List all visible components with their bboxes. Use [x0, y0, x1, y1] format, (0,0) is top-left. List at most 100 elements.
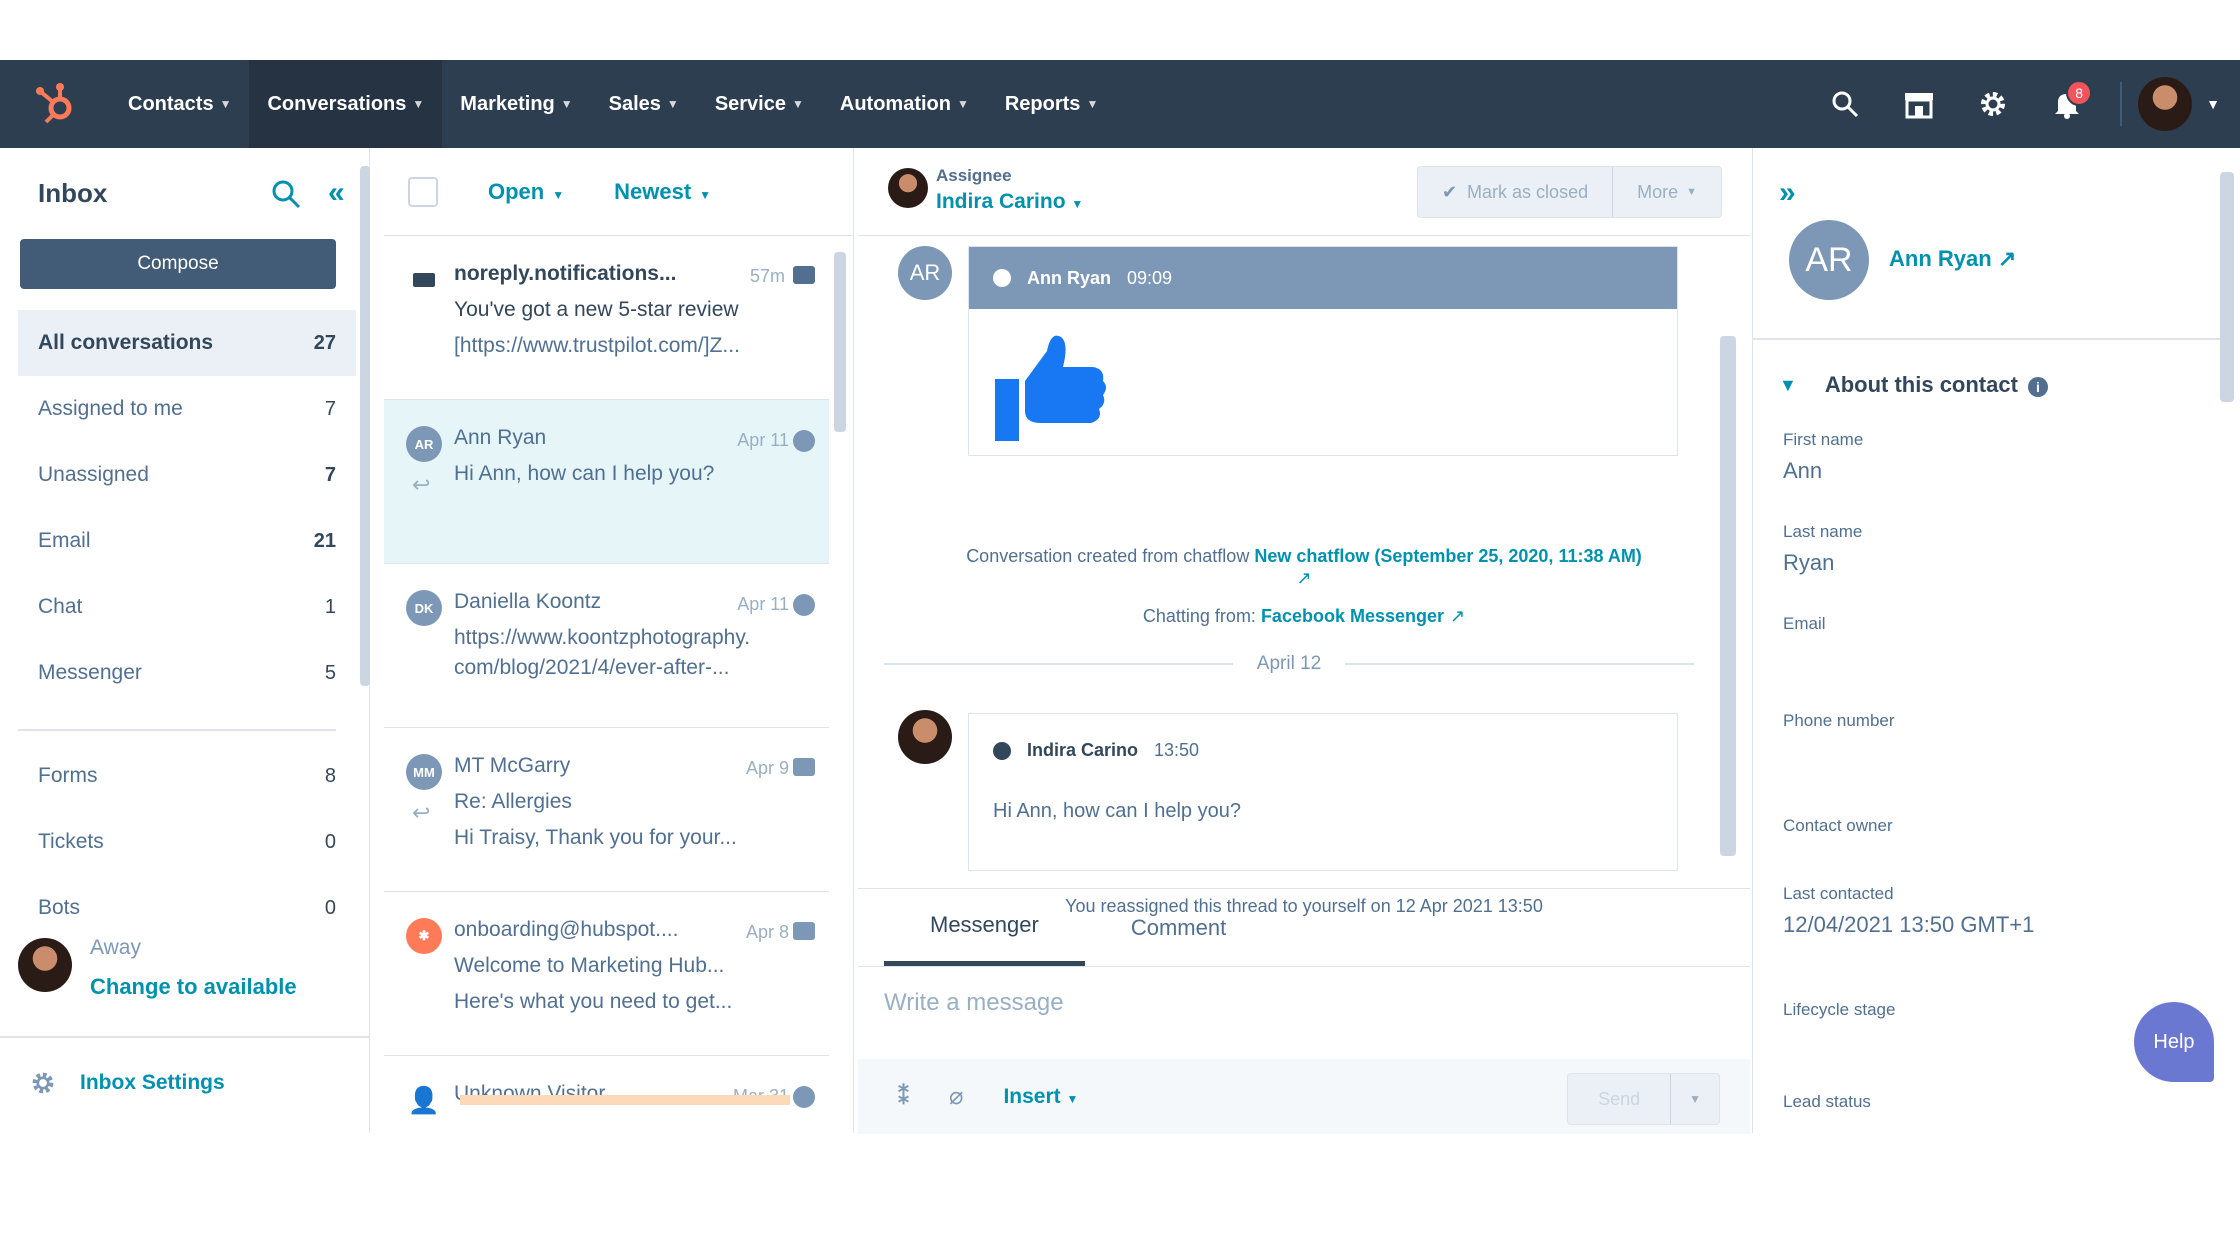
more-dropdown[interactable]: More ▼	[1612, 167, 1721, 217]
search-icon[interactable]	[1808, 60, 1882, 148]
sidebar-item-unassigned[interactable]: Unassigned 7	[18, 442, 356, 508]
notifications-bell-icon[interactable]: 8	[2030, 60, 2104, 148]
conversation-thread: Assignee Indira Carino ▼ ✔ Mark as closed…	[858, 148, 1750, 1134]
inbox-title: Inbox	[38, 178, 108, 208]
prop-label-phone: Phone number	[1783, 711, 1895, 730]
nav-service[interactable]: Service ▼	[697, 60, 822, 148]
hubspot-logo-icon[interactable]	[0, 60, 110, 148]
conversation-item[interactable]: ✱ onboarding@hubspot.... Apr 8 Welcome t…	[384, 892, 829, 1056]
contact-name-link[interactable]: Ann Ryan ↗	[1889, 246, 2016, 272]
message-input[interactable]: Write a message	[884, 989, 1064, 1017]
nav-reports[interactable]: Reports ▼	[987, 60, 1116, 148]
sidebar-item-messenger[interactable]: Messenger 5	[18, 640, 356, 706]
agent-avatar	[898, 710, 952, 764]
chevron-down-icon: ▼	[666, 97, 679, 111]
contact-panel-scrollbar[interactable]	[2217, 158, 2237, 1133]
notification-count-badge: 8	[2066, 80, 2093, 106]
scrollbar-thumb[interactable]	[834, 252, 846, 432]
insert-dropdown[interactable]: Insert ▼	[1003, 1085, 1078, 1109]
prop-label-lead-status: Lead status	[1783, 1092, 1871, 1111]
scrollbar-thumb[interactable]	[1720, 336, 1736, 856]
attachment-icon[interactable]: ⌀	[949, 1082, 963, 1111]
select-all-checkbox[interactable]	[408, 176, 438, 207]
conversation-item[interactable]: AR Ann Ryan Apr 11 ↩ Hi Ann, how can I h…	[384, 400, 829, 564]
chevron-down-icon: ▼	[699, 187, 712, 202]
info-icon[interactable]: i	[2027, 377, 2048, 397]
compose-button[interactable]: Compose	[20, 239, 336, 289]
nav-conversations[interactable]: Conversations ▼	[249, 60, 443, 148]
chevron-down-icon: ▼	[219, 97, 232, 111]
sidebar-scrollbar[interactable]	[360, 148, 370, 883]
chatflow-link[interactable]: New chatflow (September 25, 2020, 11:38 …	[1254, 546, 1641, 566]
external-link-icon[interactable]: ↗	[858, 568, 1750, 589]
nav-marketing[interactable]: Marketing ▼	[442, 60, 590, 148]
chat-channel-icon	[793, 1086, 815, 1108]
prop-value-last-name[interactable]: Ryan	[1783, 550, 1834, 576]
conversation-item[interactable]: noreply.notifications... 57m You've got …	[384, 236, 829, 400]
message-bubble: Ann Ryan 09:09	[968, 246, 1678, 456]
conversation-item[interactable]: DK Daniella Koontz Apr 11 https://www.ko…	[384, 564, 829, 728]
assignee-avatar	[888, 168, 928, 208]
chevron-down-icon: ▼	[1086, 97, 1099, 111]
sidebar-item-bots[interactable]: Bots 0	[18, 875, 356, 941]
contact-avatar: AR	[406, 426, 442, 462]
external-link-icon: ↗	[1450, 606, 1466, 626]
scrollbar-thumb[interactable]	[360, 166, 370, 686]
nav-contacts[interactable]: Contacts ▼	[110, 60, 249, 148]
composer-tabs: Messenger Comment	[858, 889, 1750, 967]
assignee-dropdown[interactable]: Indira Carino ▼	[936, 190, 1083, 214]
sidebar-item-assigned-to-me[interactable]: Assigned to me 7	[18, 376, 356, 442]
nav-automation[interactable]: Automation ▼	[822, 60, 987, 148]
mark-as-closed-button[interactable]: ✔ Mark as closed	[1418, 167, 1612, 217]
availability-status: Away	[90, 936, 141, 959]
user-avatar[interactable]	[2138, 77, 2193, 131]
email-channel-icon	[793, 922, 815, 940]
chevron-down-icon: ▼	[1686, 186, 1697, 198]
chatting-from-notice: Chatting from: Facebook Messenger ↗	[1142, 606, 1466, 626]
inbox-settings-link[interactable]: Inbox Settings	[30, 1070, 225, 1096]
change-availability-link[interactable]: Change to available	[90, 974, 297, 1000]
settings-gear-icon[interactable]	[1956, 60, 2030, 148]
conversation-items: noreply.notifications... 57m You've got …	[384, 236, 829, 1138]
sidebar-item-email[interactable]: Email 21	[18, 508, 356, 574]
message-header: Indira Carino 13:50	[993, 740, 1199, 761]
hubspot-sprocket-icon: ✱	[406, 918, 442, 954]
facebook-messenger-link[interactable]: Facebook Messenger	[1261, 606, 1444, 626]
sidebar-divider	[18, 729, 336, 731]
thread-scrollbar[interactable]	[1720, 246, 1736, 881]
chevron-down-icon[interactable]: ▼	[2206, 96, 2220, 112]
sidebar-item-tickets[interactable]: Tickets 0	[18, 809, 356, 875]
send-options-dropdown[interactable]: ▼	[1670, 1074, 1719, 1124]
text-format-icon[interactable]: ⁑	[898, 1084, 909, 1110]
inbox-views: All conversations 27 Assigned to me 7 Unas…	[18, 310, 356, 706]
chevron-down-icon: ▼	[1689, 1092, 1701, 1106]
sidebar-item-chat[interactable]: Chat 1	[18, 574, 356, 640]
sidebar-item-all-conversations[interactable]: All conversations 27	[18, 310, 356, 376]
contact-avatar: MM	[406, 754, 442, 790]
sidebar-item-forms[interactable]: Forms 8	[18, 743, 356, 809]
nav-sales[interactable]: Sales ▼	[591, 60, 697, 148]
about-contact-section-toggle[interactable]: ▼ About this contact i	[1779, 372, 2048, 398]
contact-avatar: AR	[1789, 220, 1869, 300]
marketplace-icon[interactable]	[1882, 60, 1956, 148]
conversation-item[interactable]: MM MT McGarry Apr 9 ↩ Re: Allergies Hi T…	[384, 728, 829, 892]
status-filter-dropdown[interactable]: Open ▼	[488, 179, 564, 205]
conversation-list-scrollbar[interactable]	[830, 236, 850, 1133]
sort-dropdown[interactable]: Newest ▼	[614, 179, 711, 205]
send-button[interactable]: Send	[1568, 1074, 1670, 1124]
prop-value-first-name[interactable]: Ann	[1783, 458, 1822, 484]
scrollbar-thumb[interactable]	[2220, 172, 2234, 402]
nav-right-tools: 8 ▼	[1808, 60, 2240, 148]
tab-messenger[interactable]: Messenger	[884, 889, 1085, 966]
settings-gear-icon	[32, 1072, 54, 1094]
inbox-other-views: Forms 8 Tickets 0 Bots 0	[18, 743, 356, 941]
tab-comment[interactable]: Comment	[1085, 889, 1272, 966]
help-button[interactable]: Help	[2134, 1002, 2214, 1082]
search-icon[interactable]	[270, 178, 302, 215]
prop-label-last-name: Last name	[1783, 522, 1863, 541]
collapse-sidebar-icon[interactable]: «	[328, 176, 345, 210]
email-channel-icon	[793, 758, 815, 776]
prop-label-email: Email	[1783, 614, 1826, 633]
expand-panel-icon[interactable]: »	[1779, 176, 1796, 210]
user-avatar	[18, 938, 72, 992]
